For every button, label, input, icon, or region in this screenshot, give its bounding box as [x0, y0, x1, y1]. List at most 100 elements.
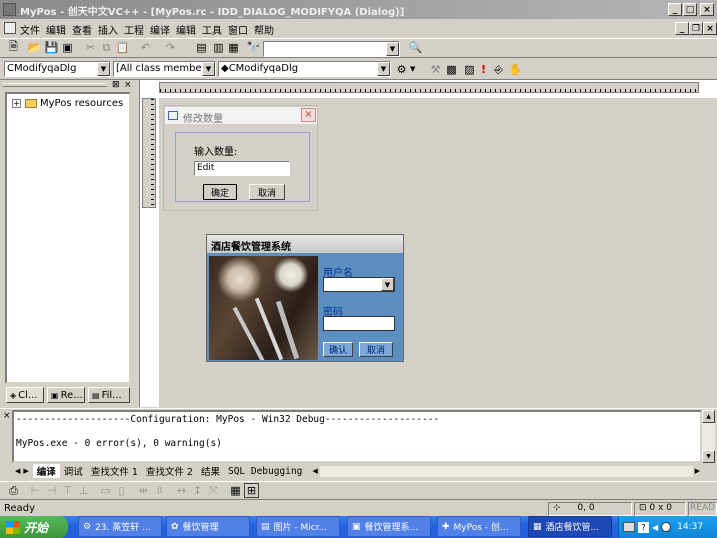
workspace-icon[interactable]: ▤	[194, 40, 209, 55]
breakpoint-icon[interactable]: ✋	[508, 62, 523, 77]
password-field[interactable]	[323, 316, 395, 331]
space-down-icon[interactable]: ⇳	[152, 483, 167, 498]
new-text-icon[interactable]: 🗎	[6, 40, 21, 55]
scroll-down-icon[interactable]: ▼	[702, 450, 715, 463]
tab-classview[interactable]: ◈ Cl...	[6, 387, 44, 403]
tab-resourceview[interactable]: ▣ Re...	[47, 387, 85, 403]
save-icon[interactable]: 💾	[44, 40, 59, 55]
filter-combo[interactable]: [All class members] ▼	[113, 61, 216, 77]
close-button[interactable]: ×	[700, 3, 714, 16]
doc-close-button[interactable]: ×	[703, 22, 717, 35]
workspace-pin-icon[interactable]: ⊠	[112, 80, 120, 90]
scroll-up-icon[interactable]: ▲	[702, 410, 715, 423]
toggle-guides-icon[interactable]: ⊞	[244, 483, 259, 498]
dialog1-ok-button[interactable]: 确定	[203, 184, 237, 200]
menu-view[interactable]: 查看	[72, 22, 92, 37]
menu-insert[interactable]: 插入	[98, 22, 118, 37]
same-width-icon[interactable]: ↔	[174, 483, 189, 498]
menu-layout[interactable]: 编辑	[176, 22, 196, 37]
save-all-icon[interactable]: ▣	[60, 40, 75, 55]
tray-keyboard-icon[interactable]	[623, 522, 635, 532]
doc-minimize-button[interactable]: _	[675, 22, 689, 35]
tab-scroll-left-icon[interactable]: ◀	[15, 467, 20, 475]
execute-icon[interactable]: !	[476, 62, 491, 77]
output-tab-debug[interactable]: 调试	[60, 464, 87, 478]
find-in-files-icon[interactable]: 🔭	[246, 40, 261, 55]
output-icon[interactable]: ▥	[211, 40, 226, 55]
tab-fileview[interactable]: ▤ Fil...	[88, 387, 130, 403]
same-size-icon[interactable]: ⤧	[206, 483, 221, 498]
output-hscroll-left-icon[interactable]: ◀	[312, 467, 317, 475]
workspace-close-icon[interactable]: ×	[124, 80, 132, 90]
compile-icon[interactable]: ⚒	[428, 62, 443, 77]
output-tab-find1[interactable]: 查找文件 1	[87, 464, 142, 478]
copy-icon[interactable]: ⧉	[99, 40, 114, 55]
paste-icon[interactable]: 📋	[115, 40, 130, 55]
login-dialog[interactable]: 酒店餐饮管理系统 用户名 ▼ 密码 确认 取消	[206, 234, 404, 362]
output-close-icon[interactable]: ×	[3, 411, 11, 421]
menu-project[interactable]: 工程	[124, 22, 144, 37]
align-bottom-icon[interactable]: ⊥	[76, 483, 91, 498]
tray-volume-icon[interactable]: ◀	[652, 523, 658, 532]
menu-edit[interactable]: 编辑	[46, 22, 66, 37]
tree-root-label[interactable]: MyPos resources	[40, 98, 123, 109]
start-button[interactable]: 开始	[0, 516, 68, 538]
minimize-button[interactable]: _	[668, 3, 682, 16]
output-tab-build[interactable]: 编译	[32, 464, 60, 478]
workspace-grip[interactable]	[3, 83, 107, 87]
tab-scroll-right-icon[interactable]: ▶	[23, 467, 28, 475]
wizard-action-icon[interactable]: ⚙	[394, 62, 409, 77]
menu-help[interactable]: 帮助	[254, 22, 274, 37]
class-combo[interactable]: CModifyqaDlg ▼	[4, 61, 111, 77]
output-vscrollbar[interactable]: ▲ ▼	[702, 410, 715, 463]
find-icon[interactable]: 🔍	[408, 40, 423, 55]
cut-icon[interactable]: ✂	[83, 40, 98, 55]
redo-icon[interactable]: ↷	[163, 40, 178, 55]
doc-restore-button[interactable]: ❐	[689, 22, 703, 35]
maximize-button[interactable]: □	[683, 3, 697, 16]
dialog1-edit-field[interactable]: Edit	[194, 161, 290, 176]
tray-help-icon[interactable]: ?	[638, 521, 649, 533]
center-vertical-icon[interactable]: ▭	[98, 483, 113, 498]
dialog1-cancel-button[interactable]: 取消	[249, 184, 285, 200]
undo-icon[interactable]: ↶	[138, 40, 153, 55]
test-dialog-icon[interactable]: ⎙	[6, 483, 21, 498]
login-ok-button[interactable]: 确认	[323, 342, 353, 357]
open-icon[interactable]: 📂	[27, 40, 42, 55]
taskbar-item-1[interactable]: ⚙ 23. 蒸笠轩 ...	[78, 516, 162, 537]
align-left-icon[interactable]: ⊢	[28, 483, 43, 498]
username-combo[interactable]: ▼	[323, 277, 395, 292]
center-horizontal-icon[interactable]: ▯	[114, 483, 129, 498]
dialog1-close-icon[interactable]: ×	[301, 108, 316, 122]
taskbar-item-5[interactable]: ✚ MyPos - 创...	[437, 516, 521, 537]
output-tab-sql[interactable]: SQL Debugging	[224, 466, 306, 477]
taskbar-item-4[interactable]: ▣ 餐饮管理系...	[347, 516, 431, 537]
taskbar-item-2[interactable]: ✿ 餐饮管理	[166, 516, 250, 537]
wizard-action-dropdown[interactable]: ▼	[410, 65, 415, 73]
align-top-icon[interactable]: ⊤	[60, 483, 75, 498]
toggle-grid-icon[interactable]: ▦	[228, 483, 243, 498]
tree-expand-icon[interactable]: +	[12, 99, 21, 108]
find-combo[interactable]: ▼	[263, 41, 400, 57]
space-across-icon[interactable]: ⇹	[136, 483, 151, 498]
modify-qty-dialog[interactable]: 修改数量 × 输入数量: Edit 确定 取消	[163, 105, 318, 211]
output-tab-results[interactable]: 结果	[197, 464, 224, 478]
taskbar-item-6[interactable]: ▦ 酒店餐饮管...	[528, 516, 612, 537]
menu-file[interactable]: 文件	[20, 22, 40, 37]
build-icon[interactable]: ▩	[444, 62, 459, 77]
window-list-icon[interactable]: ▦	[226, 40, 241, 55]
menu-build[interactable]: 编译	[150, 22, 170, 37]
menu-tools[interactable]: 工具	[202, 22, 222, 37]
go-icon[interactable]: ⎆	[491, 62, 506, 77]
login-cancel-button[interactable]: 取消	[359, 342, 393, 357]
menu-bar: 文件 编辑 查看 插入 工程 编译 编辑 工具 窗口 帮助	[0, 20, 717, 37]
member-combo[interactable]: ◆CModifyqaDlg ▼	[218, 61, 391, 77]
stop-build-icon[interactable]: ▨	[462, 62, 477, 77]
output-hscroll-track[interactable]	[319, 465, 693, 477]
output-hscroll-right-icon[interactable]: ▶	[695, 467, 700, 475]
same-height-icon[interactable]: ↕	[190, 483, 205, 498]
output-tab-find2[interactable]: 查找文件 2	[142, 464, 197, 478]
menu-window[interactable]: 窗口	[228, 22, 248, 37]
align-right-icon[interactable]: ⊣	[44, 483, 59, 498]
taskbar-item-3[interactable]: ▤ 图片 - Micr...	[256, 516, 340, 537]
